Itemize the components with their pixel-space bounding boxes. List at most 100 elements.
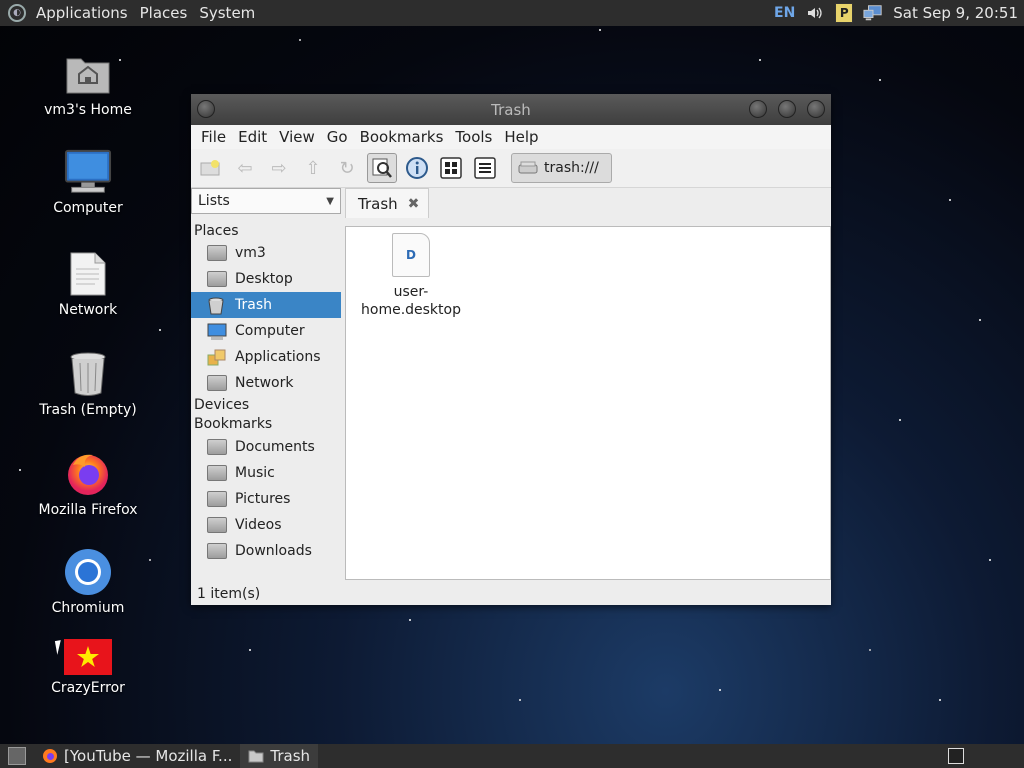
menu-system[interactable]: System bbox=[193, 4, 261, 22]
desktop-icon-chromium[interactable]: Chromium bbox=[33, 548, 143, 616]
up-icon[interactable]: ⇧ bbox=[299, 154, 327, 182]
keyboard-layout-indicator[interactable]: EN bbox=[774, 5, 795, 21]
task-label: Trash bbox=[270, 747, 311, 765]
task-trash[interactable]: Trash bbox=[240, 744, 319, 768]
menu-applications[interactable]: Applications bbox=[30, 4, 134, 22]
file-item[interactable]: D user- home.desktop bbox=[356, 233, 466, 319]
sidebar-item-computer[interactable]: Computer bbox=[191, 318, 341, 344]
icon-view-icon[interactable] bbox=[437, 154, 465, 182]
sidebar-item-label: Applications bbox=[235, 349, 321, 365]
bookmarks-heading[interactable]: Bookmarks bbox=[191, 415, 341, 434]
sidebar-item-label: vm3 bbox=[235, 245, 266, 261]
file-name-line1: user- bbox=[393, 284, 429, 300]
chromium-icon bbox=[64, 548, 112, 596]
info-icon[interactable] bbox=[403, 154, 431, 182]
workspace-switcher[interactable] bbox=[948, 748, 964, 764]
folder-icon bbox=[207, 271, 227, 287]
sidebar: Lists ▼ Places vm3 Desktop Trash Compute… bbox=[191, 188, 341, 583]
minimize-button[interactable] bbox=[749, 100, 767, 118]
bottom-taskbar: [YouTube — Mozilla F... Trash bbox=[0, 744, 1024, 768]
distro-logo-icon[interactable]: ◐ bbox=[8, 4, 26, 22]
close-tab-icon[interactable]: ✖ bbox=[408, 196, 420, 212]
tab-trash[interactable]: Trash ✖ bbox=[345, 188, 429, 218]
sidebar-item-vm3[interactable]: vm3 bbox=[191, 240, 341, 266]
downloads-folder-icon bbox=[207, 543, 227, 559]
desktop-icon-label: Trash (Empty) bbox=[39, 402, 137, 418]
system-tray: EN P Sat Sep 9, 20:51 bbox=[774, 3, 1024, 23]
sidebar-item-videos[interactable]: Videos bbox=[191, 512, 341, 538]
places-heading: Places bbox=[194, 223, 239, 239]
desktop-file-icon: D bbox=[392, 233, 430, 277]
vietnam-flag-icon bbox=[64, 638, 112, 676]
item-count: 1 item(s) bbox=[197, 586, 261, 602]
folder-icon bbox=[207, 375, 227, 391]
firefox-icon bbox=[64, 450, 112, 498]
desktop-icon-computer[interactable]: Computer bbox=[33, 148, 143, 216]
desktop-icon-crazyerror[interactable]: CrazyError bbox=[33, 638, 143, 696]
sidebar-item-desktop[interactable]: Desktop bbox=[191, 266, 341, 292]
show-desktop-button[interactable] bbox=[8, 747, 26, 765]
sidebar-item-label: Network bbox=[235, 375, 294, 391]
network-icon[interactable] bbox=[863, 3, 883, 23]
reload-icon[interactable]: ↻ bbox=[333, 154, 361, 182]
documents-folder-icon bbox=[207, 439, 227, 455]
tab-label: Trash bbox=[358, 194, 398, 213]
list-view-icon[interactable] bbox=[471, 154, 499, 182]
sidebar-mode-select[interactable]: Lists ▼ bbox=[191, 188, 341, 214]
sidebar-item-label: Downloads bbox=[235, 543, 312, 559]
top-panel: ◐ Applications Places System EN P Sat Se… bbox=[0, 0, 1024, 26]
menu-places[interactable]: Places bbox=[134, 4, 194, 22]
videos-folder-icon bbox=[207, 517, 227, 533]
new-tab-icon[interactable] bbox=[197, 154, 225, 182]
trash-icon bbox=[64, 350, 112, 398]
desktop-icon-label: vm3's Home bbox=[44, 102, 132, 118]
sidebar-item-label: Computer bbox=[235, 323, 305, 339]
sidebar-item-applications[interactable]: Applications bbox=[191, 344, 341, 370]
desktop-icon-network[interactable]: Network bbox=[33, 250, 143, 318]
sidebar-item-downloads[interactable]: Downloads bbox=[191, 538, 341, 564]
menu-go[interactable]: Go bbox=[321, 128, 354, 146]
sidebar-item-trash[interactable]: Trash bbox=[191, 292, 341, 318]
speaker-icon[interactable] bbox=[805, 3, 825, 23]
location-bar[interactable]: trash:/// bbox=[511, 153, 612, 183]
music-folder-icon bbox=[207, 465, 227, 481]
network-file-icon bbox=[64, 250, 112, 298]
window-title: Trash bbox=[491, 100, 531, 119]
pictures-folder-icon bbox=[207, 491, 227, 507]
forward-icon[interactable]: ⇨ bbox=[265, 154, 293, 182]
clock[interactable]: Sat Sep 9, 20:51 bbox=[893, 4, 1018, 22]
menu-tools[interactable]: Tools bbox=[449, 128, 498, 146]
desktop-icon-home[interactable]: vm3's Home bbox=[33, 50, 143, 118]
home-folder-icon bbox=[64, 50, 112, 98]
maximize-button[interactable] bbox=[778, 100, 796, 118]
desktop-icon-firefox[interactable]: Mozilla Firefox bbox=[33, 450, 143, 518]
sidebar-item-documents[interactable]: Documents bbox=[191, 434, 341, 460]
menu-bookmarks[interactable]: Bookmarks bbox=[354, 128, 450, 146]
sidebar-item-label: Pictures bbox=[235, 491, 291, 507]
task-firefox[interactable]: [YouTube — Mozilla F... bbox=[34, 744, 240, 768]
location-path: trash:/// bbox=[544, 160, 599, 176]
close-button[interactable] bbox=[807, 100, 825, 118]
search-icon[interactable] bbox=[367, 153, 397, 183]
sidebar-item-pictures[interactable]: Pictures bbox=[191, 486, 341, 512]
menu-help[interactable]: Help bbox=[498, 128, 544, 146]
desktop-icon-label: CrazyError bbox=[51, 680, 125, 696]
back-icon[interactable]: ⇦ bbox=[231, 154, 259, 182]
window-titlebar[interactable]: Trash bbox=[191, 94, 831, 125]
desktop-icon-label: Chromium bbox=[51, 600, 125, 616]
sidebar-item-label: Desktop bbox=[235, 271, 293, 287]
desktop-icon-trash[interactable]: Trash (Empty) bbox=[33, 350, 143, 418]
p-badge-icon[interactable]: P bbox=[835, 3, 854, 23]
devices-heading[interactable]: Devices bbox=[191, 396, 341, 415]
menu-file[interactable]: File bbox=[195, 128, 232, 146]
menubar: File Edit View Go Bookmarks Tools Help bbox=[191, 125, 831, 149]
menu-edit[interactable]: Edit bbox=[232, 128, 273, 146]
sidebar-item-music[interactable]: Music bbox=[191, 460, 341, 486]
file-view[interactable]: D user- home.desktop bbox=[345, 226, 831, 580]
sidebar-item-label: Videos bbox=[235, 517, 282, 533]
folder-icon bbox=[248, 750, 264, 763]
sidebar-item-network[interactable]: Network bbox=[191, 370, 341, 396]
menu-view[interactable]: View bbox=[273, 128, 321, 146]
window-menu-button[interactable] bbox=[197, 100, 215, 118]
trash-icon bbox=[207, 297, 227, 315]
